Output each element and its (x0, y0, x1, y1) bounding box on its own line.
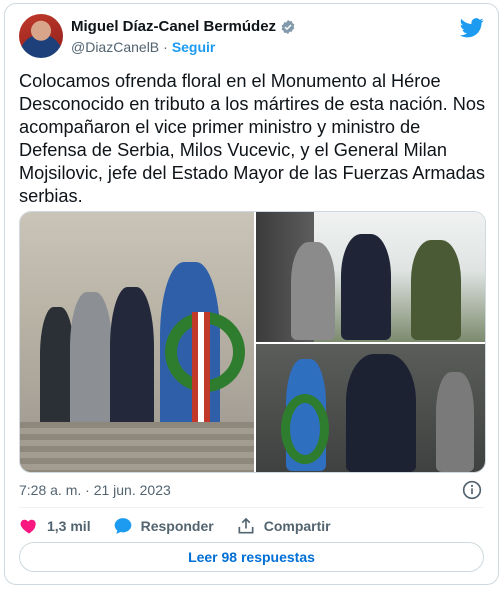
like-count: 1,3 mil (47, 518, 91, 534)
tweet-header: Miguel Díaz-Canel Bermúdez @DiazCanelB ·… (19, 14, 484, 62)
share-label: Compartir (263, 518, 331, 534)
like-button[interactable]: 1,3 mil (19, 516, 91, 536)
action-bar: 1,3 mil Responder Compartir (19, 516, 353, 536)
verified-badge-icon (281, 19, 295, 34)
photo-officials-salute[interactable] (256, 212, 485, 342)
reply-bubble-icon (114, 518, 131, 534)
reply-label: Responder (140, 518, 214, 534)
divider (19, 507, 484, 508)
photo-wreath-placement[interactable] (256, 344, 485, 472)
author-name-row: Miguel Díaz-Canel Bermúdez (71, 18, 296, 35)
handle-row: @DiazCanelB · Seguir (71, 39, 215, 55)
tweet-text: Colocamos ofrenda floral en el Monumento… (19, 71, 486, 206)
follow-button[interactable]: Seguir (172, 39, 216, 55)
read-replies-button[interactable]: Leer 98 respuestas (19, 542, 484, 572)
media-grid (19, 211, 486, 473)
author-name[interactable]: Miguel Díaz-Canel Bermúdez (71, 18, 276, 35)
heart-icon (20, 519, 36, 534)
reply-button[interactable]: Responder (113, 516, 214, 536)
avatar[interactable] (19, 14, 63, 58)
share-button[interactable]: Compartir (236, 516, 331, 536)
share-icon (238, 517, 254, 534)
tweet-card: Miguel Díaz-Canel Bermúdez @DiazCanelB ·… (4, 3, 499, 585)
tweet-timestamp[interactable]: 7:28 a. m. · 21 jun. 2023 (19, 482, 171, 498)
author-handle[interactable]: @DiazCanelB (71, 39, 159, 55)
info-icon[interactable] (462, 480, 482, 500)
separator-dot: · (163, 39, 168, 55)
twitter-bird-icon[interactable] (460, 18, 484, 38)
photo-wreath-stairs[interactable] (20, 212, 254, 472)
